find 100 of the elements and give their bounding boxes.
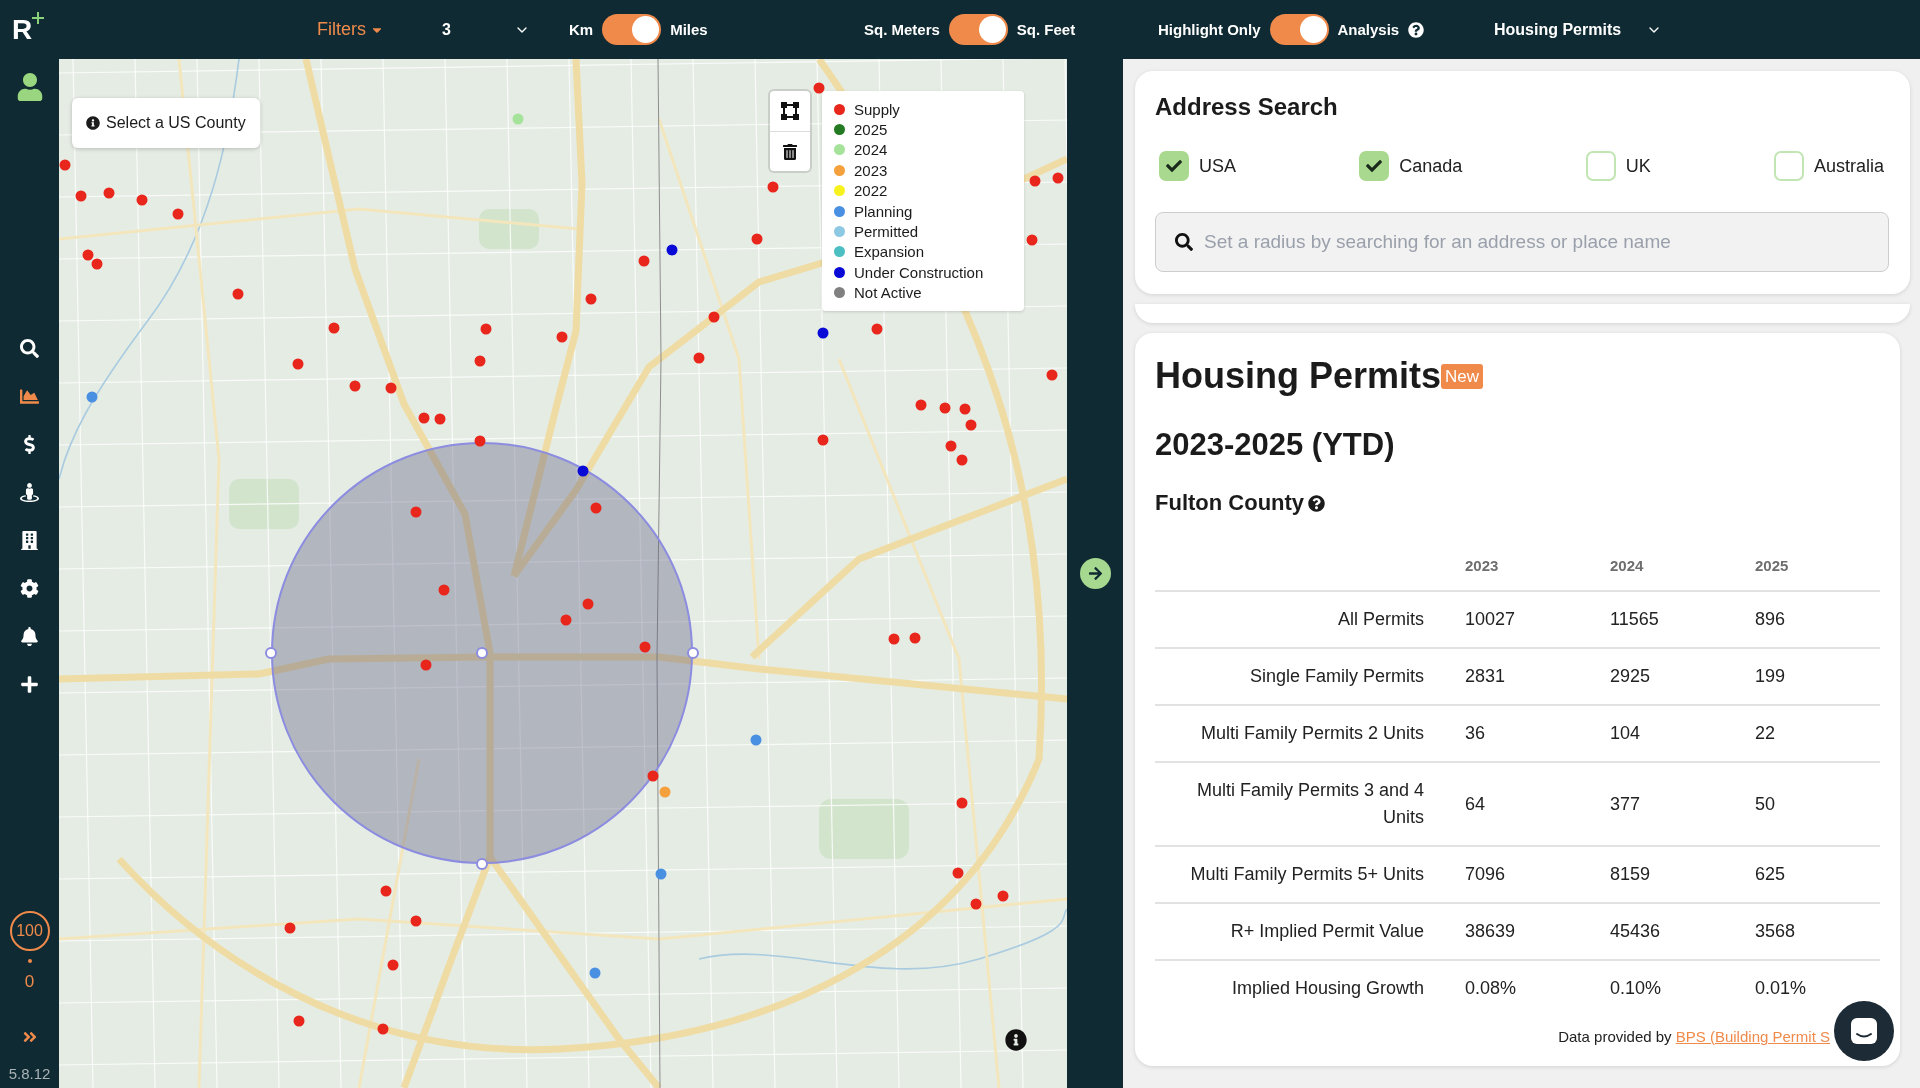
map-marker[interactable] bbox=[638, 255, 650, 267]
area-chart-icon[interactable] bbox=[20, 386, 39, 406]
map-marker[interactable] bbox=[909, 632, 921, 644]
info-icon[interactable] bbox=[1005, 1029, 1027, 1051]
toggle-label: Sq. Meters bbox=[864, 21, 940, 38]
map-marker[interactable] bbox=[590, 502, 602, 514]
map-marker[interactable] bbox=[474, 435, 486, 447]
vector-square-icon[interactable] bbox=[781, 102, 799, 120]
table-cell: 2831 bbox=[1465, 648, 1610, 705]
map-marker[interactable] bbox=[232, 288, 244, 300]
map-marker[interactable] bbox=[172, 208, 184, 220]
map-marker[interactable] bbox=[817, 327, 829, 339]
map-marker[interactable] bbox=[385, 382, 397, 394]
map-marker[interactable] bbox=[945, 440, 957, 452]
checkbox[interactable] bbox=[1585, 151, 1616, 181]
table-cell: 0.10% bbox=[1610, 960, 1755, 1016]
map-marker[interactable] bbox=[86, 391, 98, 403]
map-marker[interactable] bbox=[959, 403, 971, 415]
map-marker[interactable] bbox=[410, 506, 422, 518]
map-marker[interactable] bbox=[997, 890, 1009, 902]
map-marker[interactable] bbox=[434, 413, 446, 425]
trash-icon[interactable] bbox=[782, 143, 798, 160]
plus-icon[interactable] bbox=[20, 674, 39, 694]
settings-icon[interactable] bbox=[20, 578, 39, 598]
map-marker[interactable] bbox=[91, 258, 103, 270]
checkbox[interactable] bbox=[1159, 151, 1189, 181]
map-marker[interactable] bbox=[751, 233, 763, 245]
map-marker[interactable] bbox=[328, 322, 340, 334]
map-marker[interactable] bbox=[970, 898, 982, 910]
map-marker[interactable] bbox=[293, 1015, 305, 1027]
checkbox-label: Australia bbox=[1813, 155, 1884, 177]
map-marker[interactable] bbox=[438, 584, 450, 596]
map-marker[interactable] bbox=[888, 633, 900, 645]
map-marker[interactable] bbox=[582, 598, 594, 610]
map-marker[interactable] bbox=[655, 868, 667, 880]
map-marker[interactable] bbox=[380, 885, 392, 897]
map-marker[interactable] bbox=[952, 867, 964, 879]
expand-button[interactable] bbox=[1079, 558, 1111, 589]
map-marker[interactable] bbox=[585, 293, 597, 305]
checkbox[interactable] bbox=[1773, 151, 1804, 181]
map-marker[interactable] bbox=[813, 82, 825, 94]
map-marker[interactable] bbox=[284, 922, 296, 934]
map-marker[interactable] bbox=[639, 641, 651, 653]
map-marker[interactable] bbox=[1029, 175, 1041, 187]
map-marker[interactable] bbox=[939, 402, 951, 414]
map-marker[interactable] bbox=[420, 659, 432, 671]
map-marker[interactable] bbox=[349, 380, 361, 392]
map-marker[interactable] bbox=[418, 412, 430, 424]
help-icon[interactable] bbox=[1408, 21, 1425, 38]
map-marker[interactable] bbox=[708, 311, 720, 323]
map-marker[interactable] bbox=[1026, 234, 1038, 246]
filters-button[interactable]: Filters bbox=[317, 19, 384, 40]
check-icon bbox=[1166, 158, 1182, 174]
county-select-button[interactable]: Select a US County bbox=[72, 98, 260, 148]
bell-icon[interactable] bbox=[20, 626, 39, 646]
map-marker[interactable] bbox=[82, 249, 94, 261]
layer-select[interactable]: Housing Permits bbox=[1494, 20, 1662, 39]
map-marker[interactable] bbox=[292, 358, 304, 370]
map-marker[interactable] bbox=[377, 1023, 389, 1035]
help-icon[interactable] bbox=[1308, 494, 1326, 512]
map-marker[interactable] bbox=[871, 323, 883, 335]
map-marker[interactable] bbox=[666, 244, 678, 256]
map-marker[interactable] bbox=[1046, 369, 1058, 381]
map-marker[interactable] bbox=[1052, 172, 1064, 184]
search-field[interactable]: Set a radius by searching for an address or place name bbox=[1155, 212, 1889, 272]
map-marker[interactable] bbox=[750, 734, 762, 746]
map-marker[interactable] bbox=[387, 959, 399, 971]
double-chevron-icon[interactable] bbox=[21, 1029, 38, 1045]
map-marker[interactable] bbox=[767, 181, 779, 193]
radius-select[interactable]: 3 bbox=[442, 20, 530, 39]
map-marker[interactable] bbox=[647, 770, 659, 782]
map-marker[interactable] bbox=[817, 434, 829, 446]
map-marker[interactable] bbox=[480, 323, 492, 335]
checkbox[interactable] bbox=[1359, 151, 1390, 181]
search-icon bbox=[1175, 233, 1193, 251]
map-marker[interactable] bbox=[915, 399, 927, 411]
search-icon[interactable] bbox=[20, 338, 39, 358]
map-marker[interactable] bbox=[956, 797, 968, 809]
building-icon[interactable] bbox=[20, 530, 39, 550]
map-marker[interactable] bbox=[474, 355, 486, 367]
map-marker[interactable] bbox=[556, 331, 568, 343]
map-marker[interactable] bbox=[410, 915, 422, 927]
toggle-switch[interactable] bbox=[948, 14, 1008, 45]
map-marker[interactable] bbox=[577, 465, 589, 477]
map-marker[interactable] bbox=[136, 194, 148, 206]
map-marker[interactable] bbox=[512, 113, 524, 125]
map-marker[interactable] bbox=[59, 159, 71, 171]
person-on-pin-icon[interactable] bbox=[20, 482, 39, 502]
toggle-switch[interactable] bbox=[602, 14, 662, 45]
map-marker[interactable] bbox=[75, 190, 87, 202]
map-marker[interactable] bbox=[659, 786, 671, 798]
map-marker[interactable] bbox=[693, 352, 705, 364]
table-cell: 2925 bbox=[1610, 648, 1755, 705]
map-marker[interactable] bbox=[956, 454, 968, 466]
toggle-switch[interactable] bbox=[1269, 14, 1329, 45]
map-marker[interactable] bbox=[560, 614, 572, 626]
map-marker[interactable] bbox=[965, 419, 977, 431]
user-icon[interactable] bbox=[15, 73, 44, 101]
map-marker[interactable] bbox=[103, 187, 115, 199]
map-marker[interactable] bbox=[589, 967, 601, 979]
